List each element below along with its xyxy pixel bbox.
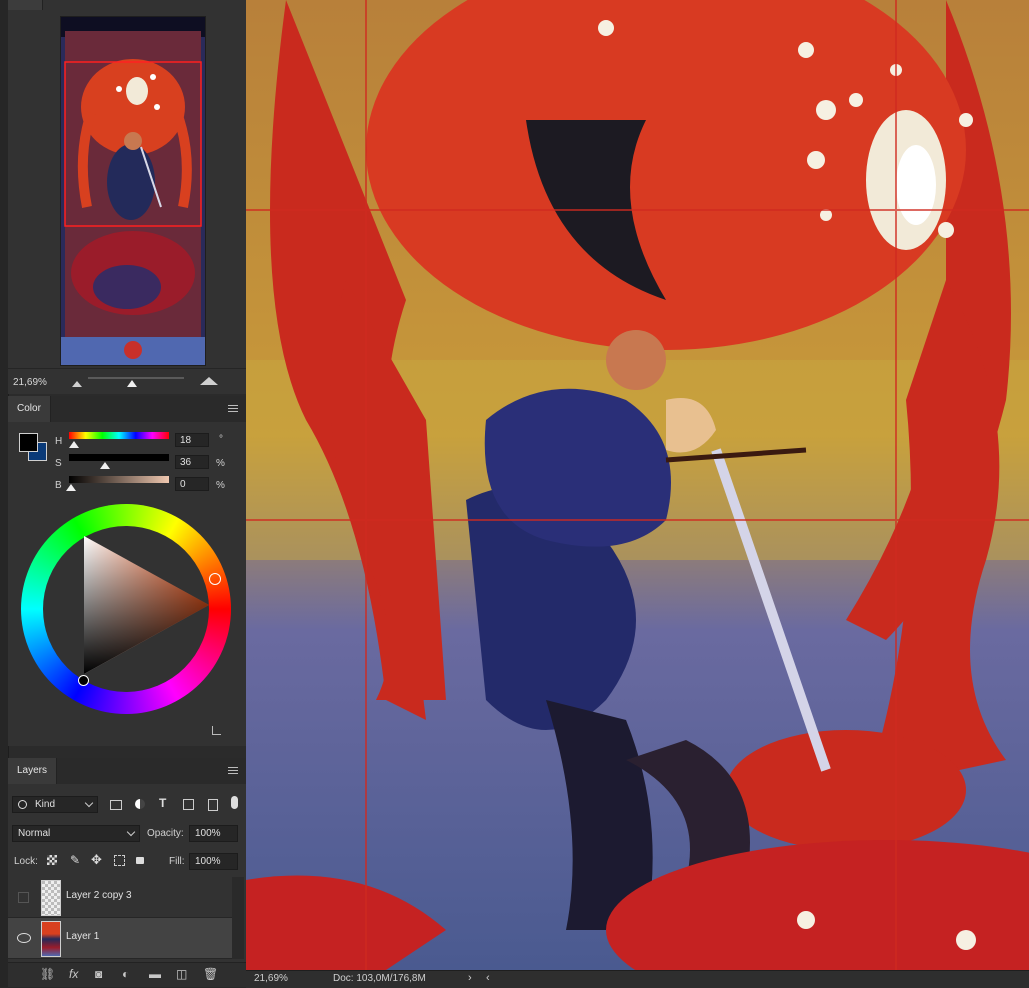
adjustment-layer-icon[interactable]: ◐	[122, 967, 129, 981]
tab-color[interactable]: Color	[8, 396, 51, 422]
search-icon	[18, 800, 27, 809]
filter-smart-object-icon[interactable]	[208, 799, 218, 811]
color-panel: Color H S B 18 36 0 ° % %	[8, 396, 246, 746]
layer-style-icon[interactable]: fx	[69, 967, 78, 981]
brightness-label: B	[55, 480, 62, 491]
status-zoom[interactable]: 21,69%	[254, 973, 288, 984]
hue-field[interactable]: 18	[175, 433, 209, 447]
artwork-image	[246, 0, 1029, 970]
chevron-right-icon[interactable]: ›	[468, 972, 472, 984]
filter-toggle-icon[interactable]	[231, 796, 238, 809]
foreground-swatch[interactable]	[19, 433, 38, 452]
filter-image-icon[interactable]	[110, 800, 122, 810]
brightness-field[interactable]: 0	[175, 477, 209, 491]
layer-thumbnail	[41, 921, 61, 957]
lock-all-icon[interactable]	[136, 857, 144, 864]
panel-menu-icon[interactable]	[228, 405, 238, 413]
layer-row[interactable]: Layer 2 copy 3	[8, 877, 232, 918]
eye-icon[interactable]	[17, 933, 31, 943]
status-doc-size: Doc: 103,0M/176,8M	[333, 973, 426, 984]
triangle-marker[interactable]	[78, 675, 89, 686]
lock-transparency-icon[interactable]	[47, 855, 57, 865]
new-group-icon[interactable]: ▬	[149, 967, 161, 981]
hue-slider[interactable]	[69, 432, 169, 439]
fill-value: 100%	[195, 856, 221, 867]
layers-bottom-toolbar: ⛓ fx ◙ ◐ ▬ ◫ 🗑	[8, 962, 246, 987]
brightness-slider[interactable]	[69, 476, 169, 483]
lock-label: Lock:	[14, 856, 38, 867]
chevron-down-icon	[126, 827, 136, 837]
layer-thumbnail	[41, 880, 61, 916]
layer-name[interactable]: Layer 1	[66, 931, 99, 942]
saturation-field[interactable]: 36	[175, 455, 209, 469]
visibility-toggle[interactable]	[18, 892, 29, 903]
hue-slider-handle[interactable]	[69, 441, 79, 448]
hue-label: H	[55, 436, 63, 447]
zoom-in-icon[interactable]	[200, 376, 218, 388]
opacity-label: Opacity:	[147, 828, 184, 839]
new-layer-icon[interactable]: ◫	[176, 967, 187, 981]
layers-panel-menu-icon[interactable]	[228, 767, 238, 775]
document-canvas[interactable]	[246, 0, 1029, 970]
zoom-out-icon[interactable]	[72, 378, 82, 390]
layer-filter-label: Kind	[35, 799, 56, 810]
delete-layer-icon[interactable]: 🗑	[203, 967, 218, 981]
layer-name[interactable]: Layer 2 copy 3	[66, 890, 132, 901]
blend-mode-value: Normal	[18, 828, 51, 839]
color-triangle[interactable]	[21, 504, 231, 714]
chevron-left-icon[interactable]: ‹	[486, 972, 490, 984]
layers-scrollbar[interactable]	[232, 877, 244, 959]
saturation-slider-handle[interactable]	[100, 462, 110, 469]
status-bar: 21,69% Doc: 103,0M/176,8M › ‹	[246, 970, 1029, 988]
navigator-zoom-slider-handle[interactable]	[127, 380, 137, 387]
fill-field[interactable]: 100%	[189, 853, 238, 870]
lock-position-icon[interactable]: ✥	[91, 852, 102, 868]
navigator-panel: 21,69%	[8, 0, 246, 394]
lock-pixels-icon[interactable]: ✎	[70, 853, 80, 867]
saturation-label: S	[55, 458, 62, 469]
lock-artboard-icon[interactable]	[114, 855, 125, 866]
navigator-zoom-value[interactable]: 21,69%	[13, 377, 47, 388]
brightness-slider-handle[interactable]	[66, 484, 76, 491]
filter-type-icon[interactable]: T	[159, 796, 166, 810]
navigator-thumbnail[interactable]	[60, 16, 206, 366]
blend-mode-select[interactable]: Normal	[12, 825, 140, 842]
fill-label: Fill:	[169, 856, 185, 867]
navigator-tab[interactable]	[8, 0, 43, 10]
layer-row-selected[interactable]: Layer 1	[8, 918, 232, 959]
opacity-field[interactable]: 100%	[189, 825, 238, 842]
opacity-value: 100%	[195, 828, 221, 839]
expand-icon[interactable]	[212, 726, 221, 735]
filter-adjustment-icon[interactable]	[135, 799, 145, 809]
filter-shape-icon[interactable]	[183, 799, 194, 810]
link-layers-icon[interactable]: ⛓	[40, 967, 55, 981]
brightness-unit: %	[216, 480, 225, 491]
tab-layers[interactable]: Layers	[8, 758, 58, 784]
layer-filter-select[interactable]: Kind	[12, 796, 98, 813]
hue-ring-marker[interactable]	[209, 573, 221, 585]
saturation-unit: %	[216, 458, 225, 469]
layers-panel: Layers Kind T Normal Opacity: 100% Lock:…	[8, 758, 246, 987]
navigator-zoom-slider[interactable]	[88, 377, 184, 379]
chevron-down-icon	[84, 798, 94, 808]
add-mask-icon[interactable]: ◙	[95, 967, 102, 981]
hue-unit: °	[219, 434, 223, 445]
saturation-slider[interactable]	[69, 454, 169, 461]
